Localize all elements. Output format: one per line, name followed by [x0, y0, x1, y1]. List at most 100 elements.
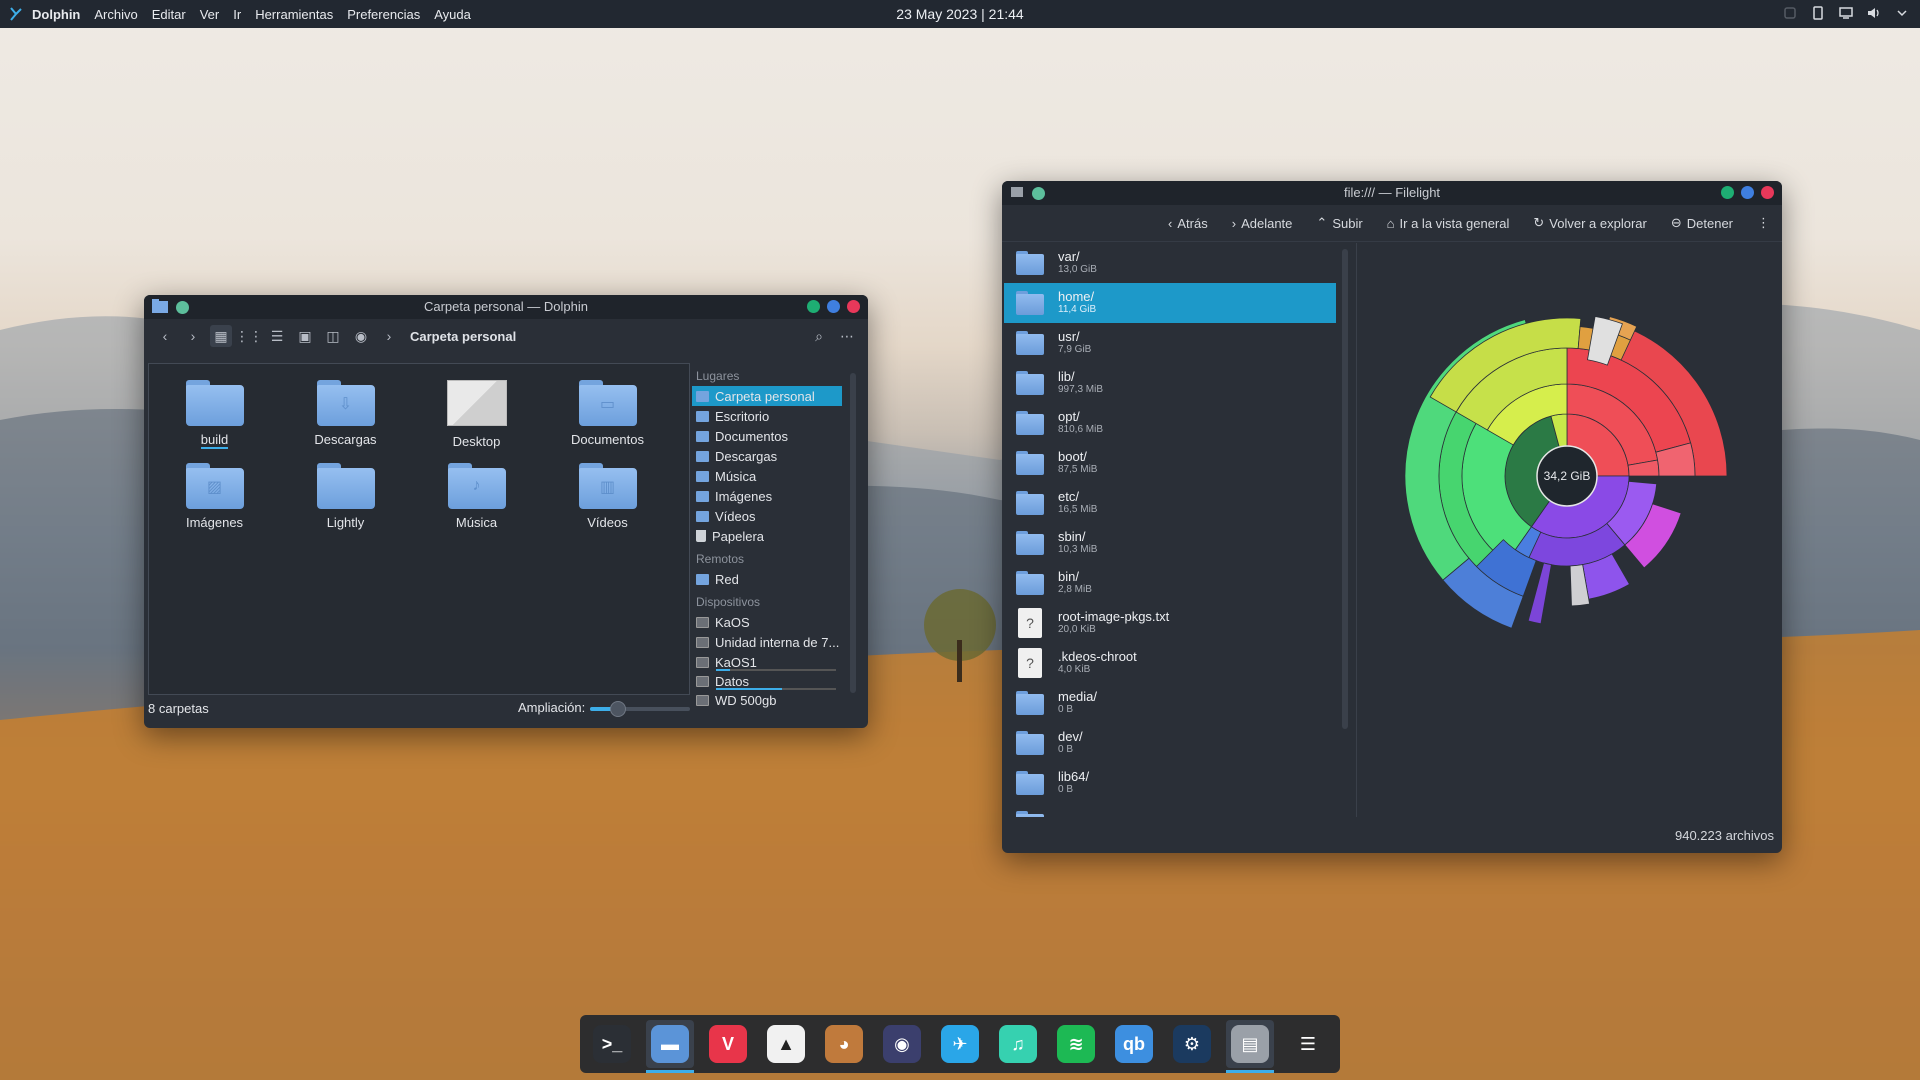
music-icon[interactable]: ♫	[994, 1020, 1042, 1068]
file-item[interactable]: ▥ Vídeos	[542, 463, 673, 530]
more-menu-icon[interactable]: ⋮	[1757, 215, 1770, 231]
filelight-titlebar[interactable]: file:/// — Filelight	[1002, 181, 1782, 205]
directory-row[interactable]: boot/87,5 MiB	[1004, 443, 1336, 483]
sunburst-chart[interactable]: 34,2 GiB	[1362, 261, 1772, 691]
directory-row[interactable]: media/0 B	[1004, 683, 1336, 723]
directory-row[interactable]: var/13,0 GiB	[1004, 243, 1336, 283]
back-button[interactable]: ‹ Atrás	[1168, 216, 1208, 231]
directory-row[interactable]: etc/16,5 MiB	[1004, 483, 1336, 523]
place-item[interactable]: Unidad interna de 7...	[692, 632, 842, 652]
file-item[interactable]: ▨ Imágenes	[149, 463, 280, 530]
search-icon[interactable]: ⌕	[808, 325, 830, 347]
preview-icon[interactable]: ▣	[294, 325, 316, 347]
entry-size: 16,5 MiB	[1058, 504, 1098, 515]
menu-ir[interactable]: Ir	[233, 7, 241, 22]
zoom-slider[interactable]	[590, 701, 690, 717]
directory-row[interactable]: bin/2,8 MiB	[1004, 563, 1336, 603]
directory-list: var/13,0 GiB home/11,4 GiB usr/7,9 GiB lib/…	[1004, 243, 1336, 817]
details-view-icon[interactable]: ☰	[266, 325, 288, 347]
directory-row[interactable]: usr/7,9 GiB	[1004, 323, 1336, 363]
back-icon[interactable]: ‹	[154, 325, 176, 347]
forward-icon[interactable]: ›	[182, 325, 204, 347]
terminal-icon[interactable]: >_	[588, 1020, 636, 1068]
folder-icon	[696, 450, 709, 462]
place-item[interactable]: Documentos	[692, 426, 842, 446]
directory-row[interactable]: ? root-image-pkgs.txt 20,0 KiB	[1004, 603, 1336, 643]
zoom-slider-knob[interactable]	[610, 701, 626, 717]
notifications-icon[interactable]	[1782, 5, 1798, 21]
place-item[interactable]: Imágenes	[692, 486, 842, 506]
place-item[interactable]: Música	[692, 466, 842, 486]
forward-button[interactable]: › Adelante	[1232, 216, 1293, 231]
place-item[interactable]: Vídeos	[692, 506, 842, 526]
minimize-button[interactable]	[807, 300, 820, 313]
spotify-icon[interactable]: ≋	[1052, 1020, 1100, 1068]
directory-row[interactable]: lib/997,3 MiB	[1004, 363, 1336, 403]
swift-icon[interactable]: ✈	[936, 1020, 984, 1068]
overview-button[interactable]: ⌂ Ir a la vista general	[1387, 216, 1510, 231]
file-item[interactable]: Desktop	[411, 380, 542, 449]
file-item[interactable]: Lightly	[280, 463, 411, 530]
place-label: Vídeos	[715, 508, 756, 524]
directory-row[interactable]: lib64/0 B	[1004, 763, 1336, 803]
menu-editar[interactable]: Editar	[152, 7, 186, 22]
split-view-icon[interactable]: ◫	[322, 325, 344, 347]
kaos-logo-icon[interactable]	[8, 6, 24, 22]
rescan-button[interactable]: ↻ Volver a explorar	[1533, 215, 1646, 231]
file-view[interactable]: build ⇩ Descargas Desktop ▭ Documentos ▨ Imágen…	[148, 363, 690, 695]
file-item[interactable]: build	[149, 380, 280, 449]
maximize-button[interactable]	[827, 300, 840, 313]
place-item[interactable]: Descargas	[692, 446, 842, 466]
menu-app-name[interactable]: Dolphin	[32, 7, 80, 22]
directory-row[interactable]: home/11,4 GiB	[1004, 283, 1336, 323]
up-button[interactable]: ⌃ Subir	[1316, 215, 1362, 231]
close-button[interactable]	[847, 300, 860, 313]
eye-icon[interactable]: ◉	[350, 325, 372, 347]
icons-view-icon[interactable]: ▦	[210, 325, 232, 347]
places-scrollbar[interactable]	[850, 373, 856, 693]
dolphin-titlebar[interactable]: Carpeta personal — Dolphin	[144, 295, 868, 319]
compact-view-icon[interactable]: ⋮⋮	[235, 325, 263, 347]
file-item[interactable]: ⇩ Descargas	[280, 380, 411, 449]
file-item[interactable]: ♪ Música	[411, 463, 542, 530]
menu-preferencias[interactable]: Preferencias	[347, 7, 420, 22]
entry-name: var/	[1058, 249, 1080, 264]
display-icon[interactable]	[1838, 5, 1854, 21]
splitter[interactable]	[1356, 243, 1357, 817]
menu-ayuda[interactable]: Ayuda	[434, 7, 471, 22]
place-item[interactable]: Escritorio	[692, 406, 842, 426]
gimp-icon[interactable]: ◕	[820, 1020, 868, 1068]
menu-herramientas[interactable]: Herramientas	[255, 7, 333, 22]
hamburger-menu-icon[interactable]: ⋯	[836, 325, 858, 347]
directory-row[interactable]: dev/0 B	[1004, 723, 1336, 763]
list-scrollbar[interactable]	[1342, 249, 1348, 729]
place-item[interactable]: Red	[692, 569, 842, 589]
stop-button[interactable]: ⊖ Detener	[1671, 215, 1733, 231]
menu-archivo[interactable]: Archivo	[94, 7, 137, 22]
menu-icon[interactable]: ☰	[1284, 1020, 1332, 1068]
directory-row[interactable]: opt/810,6 MiB	[1004, 403, 1336, 443]
dolphin-icon[interactable]: ▬	[646, 1020, 694, 1073]
clipboard-icon[interactable]	[1810, 5, 1826, 21]
close-button[interactable]	[1761, 186, 1774, 199]
maximize-button[interactable]	[1741, 186, 1754, 199]
minimize-button[interactable]	[1721, 186, 1734, 199]
menu-ver[interactable]: Ver	[200, 7, 220, 22]
filelight-icon[interactable]: ▤	[1226, 1020, 1274, 1073]
file-item[interactable]: ▭ Documentos	[542, 380, 673, 449]
filelight-window: file:/// — Filelight ‹ Atrás › Adelante ⌃ S…	[1002, 181, 1782, 853]
place-item[interactable]: Carpeta personal	[692, 386, 842, 406]
directory-row[interactable]: ? .kdeos-chroot 4,0 KiB	[1004, 643, 1336, 683]
chevron-down-icon[interactable]	[1894, 5, 1910, 21]
place-item[interactable]: KaOS	[692, 612, 842, 632]
vivaldi-icon[interactable]: V	[704, 1020, 752, 1068]
breadcrumb[interactable]: Carpeta personal	[410, 329, 516, 344]
place-item[interactable]: Papelera	[692, 526, 842, 546]
qbittorrent-icon[interactable]: qb	[1110, 1020, 1158, 1068]
steam-icon[interactable]: ⚙	[1168, 1020, 1216, 1068]
directory-row[interactable]: mnt/	[1004, 803, 1336, 817]
volume-icon[interactable]	[1866, 5, 1882, 21]
kdenlive-icon[interactable]: ◉	[878, 1020, 926, 1068]
directory-row[interactable]: sbin/10,3 MiB	[1004, 523, 1336, 563]
inkscape-icon[interactable]: ▲	[762, 1020, 810, 1068]
